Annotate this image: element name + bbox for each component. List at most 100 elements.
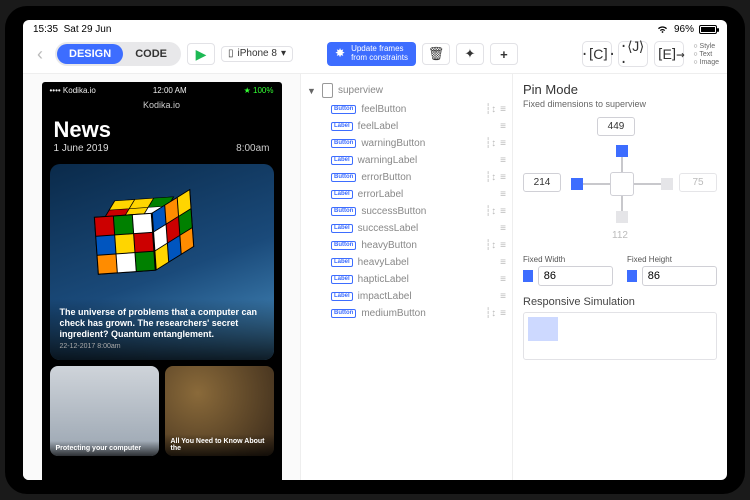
tree-item[interactable]: ButtonmediumButton┆↕≡ <box>305 305 508 322</box>
tree-item-actions[interactable]: ≡ <box>500 291 506 302</box>
hero-card[interactable]: The universe of problems that a computer… <box>50 164 274 360</box>
add-button[interactable]: + <box>490 43 518 65</box>
magic-button[interactable]: ✦ <box>456 43 484 65</box>
radio-image[interactable]: Image <box>693 59 719 66</box>
tree-item[interactable]: LabelfeelLabel≡ <box>305 118 508 135</box>
menu-icon[interactable]: ≡ <box>500 240 506 251</box>
delete-button[interactable]: 🗑 <box>422 43 450 65</box>
radio-text[interactable]: Text <box>693 51 719 58</box>
pin-mode-title: Pin Mode <box>523 82 717 97</box>
menu-icon[interactable]: ≡ <box>500 291 506 302</box>
mode-segmented[interactable]: DESIGN CODE <box>55 42 181 66</box>
align-j-button[interactable]: ·⟨J⟩· <box>618 41 648 67</box>
card-2[interactable]: All You Need to Know About the <box>165 366 274 456</box>
constraint-icon[interactable]: ┆↕ <box>485 104 496 115</box>
tree-item-actions[interactable]: ┆↕ ≡ <box>485 240 506 251</box>
fixed-height-toggle[interactable] <box>627 270 637 282</box>
tree-item[interactable]: LabelhapticLabel≡ <box>305 271 508 288</box>
tree-item-actions[interactable]: ≡ <box>500 121 506 132</box>
align-c-button[interactable]: ·[C]· <box>582 41 612 67</box>
align-e-button[interactable]: [E]→ <box>654 41 684 67</box>
phone-preview[interactable]: •••• Kodika.io 12:00 AM ★ 100% Kodika.io… <box>42 82 282 480</box>
tree-item-actions[interactable]: ┆↕ ≡ <box>485 206 506 217</box>
play-button[interactable]: ▶ <box>187 43 215 65</box>
menu-icon[interactable]: ≡ <box>500 172 506 183</box>
label-tag: Label <box>331 224 353 234</box>
pin-center-icon <box>610 172 634 196</box>
fixed-height-input[interactable] <box>642 266 717 286</box>
pin-mode-subtitle: Fixed dimensions to superview <box>523 99 717 109</box>
phone-carrier: •••• Kodika.io <box>50 86 96 95</box>
battery-icon <box>699 25 717 34</box>
menu-icon[interactable]: ≡ <box>500 155 506 166</box>
constraint-icon[interactable]: ┆↕ <box>485 206 496 217</box>
tree-item-actions[interactable]: ┆↕ ≡ <box>485 172 506 183</box>
menu-icon[interactable]: ≡ <box>500 138 506 149</box>
menu-icon[interactable]: ≡ <box>500 274 506 285</box>
pin-left-toggle[interactable] <box>571 178 583 190</box>
superview-icon <box>322 83 333 98</box>
constraint-icon[interactable]: ┆↕ <box>485 172 496 183</box>
update-line2: from constraints <box>351 54 408 63</box>
news-headline: News <box>54 117 111 143</box>
pin-top-toggle[interactable] <box>616 145 628 157</box>
tree-item[interactable]: LabelwarningLabel≡ <box>305 152 508 169</box>
tree-item-actions[interactable]: ≡ <box>500 257 506 268</box>
back-button[interactable]: ‹ <box>31 41 49 67</box>
outline-panel: ▼ superview ButtonfeelButton┆↕≡Labelfeel… <box>301 74 513 480</box>
segment-code[interactable]: CODE <box>123 44 179 64</box>
tree-item[interactable]: Label impactLabel ≡ <box>305 288 508 305</box>
status-date: Sat 29 Jun <box>64 24 112 35</box>
label-tag: Label <box>331 292 353 302</box>
pin-top-value[interactable]: 449 <box>597 117 635 136</box>
segment-design[interactable]: DESIGN <box>57 44 123 64</box>
tree-item-actions[interactable]: ≡ <box>500 274 506 285</box>
menu-icon[interactable]: ≡ <box>500 121 506 132</box>
tree-item-actions[interactable]: ≡ <box>500 189 506 200</box>
fill-type-radios[interactable]: Style Text Image <box>693 43 719 66</box>
tree-item-label: successButton <box>361 206 480 217</box>
tree-item-actions[interactable]: ≡ <box>500 155 506 166</box>
menu-icon[interactable]: ≡ <box>500 206 506 217</box>
pin-right-toggle[interactable] <box>661 178 673 190</box>
phone-battery: ★ 100% <box>244 86 274 95</box>
caret-down-icon[interactable]: ▼ <box>307 86 317 96</box>
tree-item-actions[interactable]: ┆↕ ≡ <box>485 104 506 115</box>
tree-item[interactable]: ButtonsuccessButton┆↕≡ <box>305 203 508 220</box>
tree-item[interactable]: ButtonheavyButton┆↕≡ <box>305 237 508 254</box>
tree-item-actions[interactable]: ┆↕ ≡ <box>485 308 506 319</box>
tree-item[interactable]: LabelsuccessLabel≡ <box>305 220 508 237</box>
menu-icon[interactable]: ≡ <box>500 104 506 115</box>
tree-item-actions[interactable]: ┆↕ ≡ <box>485 138 506 149</box>
tree-item-actions[interactable]: ≡ <box>500 223 506 234</box>
tree-item[interactable]: ButtonfeelButton┆↕≡ <box>305 101 508 118</box>
device-selector[interactable]: ▯ iPhone 8 ▾ <box>221 46 293 62</box>
menu-icon[interactable]: ≡ <box>500 308 506 319</box>
update-frames-button[interactable]: ✸ Update framesfrom constraints <box>327 42 416 66</box>
menu-icon[interactable]: ≡ <box>500 223 506 234</box>
fixed-width-toggle[interactable] <box>523 270 533 282</box>
constraint-icon[interactable]: ┆↕ <box>485 138 496 149</box>
menu-icon[interactable]: ≡ <box>500 257 506 268</box>
pin-bottom-toggle[interactable] <box>616 211 628 223</box>
pin-left-value[interactable]: 214 <box>523 173 561 192</box>
card-1-caption: Protecting your computer <box>50 441 159 456</box>
fixed-width-input[interactable] <box>538 266 613 286</box>
pin-diagram: 449 214 75 112 <box>523 117 717 247</box>
tree-item[interactable]: ButtonerrorButton┆↕≡ <box>305 169 508 186</box>
menu-icon[interactable]: ≡ <box>500 189 506 200</box>
card-1[interactable]: Protecting your computer <box>50 366 159 456</box>
tree-item[interactable]: LabelerrorLabel≡ <box>305 186 508 203</box>
constraint-icon[interactable]: ┆↕ <box>485 308 496 319</box>
tree-item[interactable]: ButtonwarningButton┆↕≡ <box>305 135 508 152</box>
tree-root[interactable]: ▼ superview <box>305 80 508 101</box>
news-date: 1 June 2019 <box>54 143 111 154</box>
tree-item[interactable]: LabelheavyLabel≡ <box>305 254 508 271</box>
pin-right-value[interactable]: 75 <box>679 173 717 192</box>
tree-item-label: impactLabel <box>358 291 495 302</box>
responsive-sim-box[interactable] <box>523 312 717 360</box>
pin-bottom-value[interactable]: 112 <box>601 227 639 244</box>
constraint-icon[interactable]: ┆↕ <box>485 240 496 251</box>
chevron-down-icon: ▾ <box>281 49 286 59</box>
radio-style[interactable]: Style <box>693 43 719 50</box>
